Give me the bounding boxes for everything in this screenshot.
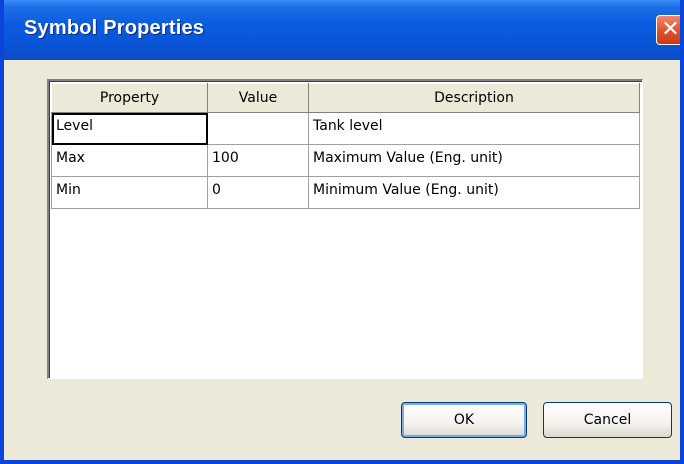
dialog-title: Symbol Properties [24,17,205,39]
column-header-property[interactable]: Property [51,83,208,113]
property-cell[interactable]: Level [51,112,208,145]
title-bar[interactable]: Symbol Properties ✕ [4,0,680,60]
property-cell[interactable]: Max [51,144,208,177]
ok-button[interactable]: OK [401,402,527,438]
value-cell[interactable]: 0 [207,176,309,209]
table-row[interactable]: Max 100 Maximum Value (Eng. unit) [51,144,640,177]
table-row[interactable]: Min 0 Minimum Value (Eng. unit) [51,176,640,209]
column-header-description[interactable]: Description [308,83,640,113]
properties-table: Property Value Description Level Tank le… [51,83,640,209]
symbol-properties-dialog: Symbol Properties ✕ Property Value Descr… [0,0,684,464]
value-cell[interactable]: 100 [207,144,309,177]
close-button[interactable]: ✕ [656,15,680,45]
properties-grid[interactable]: Property Value Description Level Tank le… [47,79,643,379]
property-cell[interactable]: Min [51,176,208,209]
description-cell[interactable]: Minimum Value (Eng. unit) [308,176,640,209]
column-header-value[interactable]: Value [207,83,309,113]
description-cell[interactable]: Tank level [308,112,640,145]
close-icon: ✕ [661,17,680,42]
header-row: Property Value Description [51,83,640,113]
table-row[interactable]: Level Tank level [51,112,640,145]
description-cell[interactable]: Maximum Value (Eng. unit) [308,144,640,177]
value-cell[interactable] [207,112,309,145]
cancel-button[interactable]: Cancel [543,402,672,438]
